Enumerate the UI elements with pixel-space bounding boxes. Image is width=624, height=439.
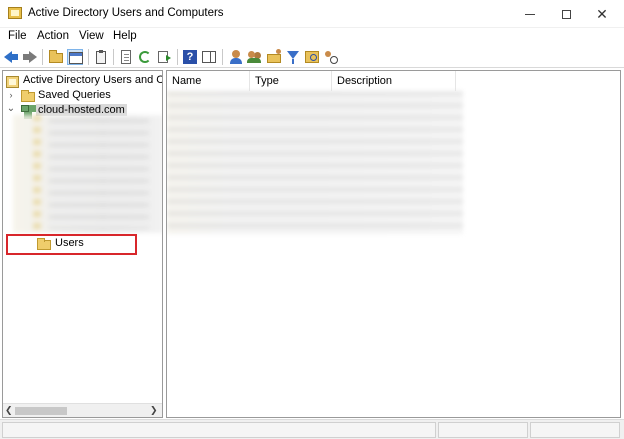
find-icon	[325, 51, 338, 64]
scroll-thumb[interactable]	[15, 407, 67, 415]
new-user-button[interactable]	[228, 49, 244, 65]
clipboard-icon	[96, 50, 106, 64]
up-one-level-button[interactable]	[48, 49, 64, 65]
status-segment	[438, 422, 528, 438]
title-bar: Active Directory Users and Computers ✕	[0, 0, 624, 28]
toolbar-separator	[177, 49, 178, 65]
help-button[interactable]: ?	[182, 49, 198, 65]
up-folder-icon	[49, 50, 63, 63]
filter-icon	[287, 51, 299, 64]
refresh-icon	[139, 51, 151, 63]
chevron-down-icon[interactable]: ⌄	[6, 103, 16, 114]
column-header-name[interactable]: Name	[167, 71, 250, 91]
toolbar-separator	[42, 49, 43, 65]
help-icon: ?	[183, 50, 197, 64]
find-button[interactable]	[323, 49, 339, 65]
window-title: Active Directory Users and Computers	[28, 7, 224, 19]
details-list-pane[interactable]: Name Type Description	[166, 70, 621, 418]
column-header-type[interactable]: Type	[250, 71, 332, 91]
status-segment	[2, 422, 436, 438]
forward-button[interactable]	[22, 49, 38, 65]
tree-item-root[interactable]: Active Directory Users and Com	[3, 73, 162, 89]
close-button[interactable]: ✕	[584, 0, 620, 28]
status-segment	[530, 422, 620, 438]
maximize-icon	[561, 9, 571, 19]
query-button[interactable]	[304, 49, 320, 65]
close-icon: ✕	[596, 5, 608, 22]
aduc-root-icon	[6, 74, 20, 88]
export-list-icon	[158, 51, 171, 63]
toolbar-separator	[222, 49, 223, 65]
menu-bar: File Action View Help	[0, 28, 624, 46]
toolbar-separator	[88, 49, 89, 65]
menu-help[interactable]: Help	[113, 30, 137, 42]
aduc-app-icon	[8, 7, 22, 19]
filter-button[interactable]	[285, 49, 301, 65]
clipboard-button[interactable]	[93, 49, 109, 65]
back-button[interactable]	[4, 49, 20, 65]
blurred-list-items	[167, 91, 463, 234]
blurred-tree-items	[13, 115, 162, 233]
status-bar	[0, 419, 624, 439]
query-icon	[305, 51, 319, 63]
minimize-button[interactable]	[512, 0, 548, 28]
properties-button[interactable]	[118, 49, 134, 65]
folder-icon	[21, 89, 35, 103]
chevron-right-icon[interactable]: ›	[6, 90, 16, 100]
properties-icon	[121, 50, 131, 64]
toolbar-separator	[113, 49, 114, 65]
scroll-right-icon[interactable]: ❯	[150, 405, 158, 416]
new-user-icon	[230, 50, 242, 64]
new-group-button[interactable]	[247, 49, 263, 65]
action-pane-button[interactable]	[201, 49, 217, 65]
show-hide-console-tree-button[interactable]	[67, 49, 83, 65]
menu-view[interactable]: View	[79, 30, 104, 42]
export-list-button[interactable]	[156, 49, 172, 65]
console-tree-pane[interactable]: Active Directory Users and Com › Saved Q…	[2, 70, 163, 418]
minimize-icon	[525, 13, 535, 15]
tree-item-saved-queries[interactable]: › Saved Queries	[3, 88, 162, 104]
maximize-button[interactable]	[548, 0, 584, 28]
menu-file[interactable]: File	[8, 30, 27, 42]
scroll-left-icon[interactable]: ❮	[5, 405, 13, 416]
column-header-description[interactable]: Description	[332, 71, 456, 91]
horizontal-scrollbar[interactable]: ❮ ❯	[3, 403, 162, 417]
action-pane-icon	[202, 51, 216, 63]
tree-label-saved-queries: Saved Queries	[38, 89, 111, 101]
new-group-icon	[247, 51, 261, 63]
tree-label-root: Active Directory Users and Com	[23, 74, 162, 86]
menu-action[interactable]: Action	[37, 30, 69, 42]
new-ou-icon	[267, 49, 281, 63]
show-console-tree-icon	[69, 52, 83, 64]
highlight-annotation	[6, 234, 137, 255]
refresh-button[interactable]	[137, 49, 153, 65]
new-ou-button[interactable]	[266, 49, 282, 65]
toolbar: ?	[0, 46, 624, 68]
